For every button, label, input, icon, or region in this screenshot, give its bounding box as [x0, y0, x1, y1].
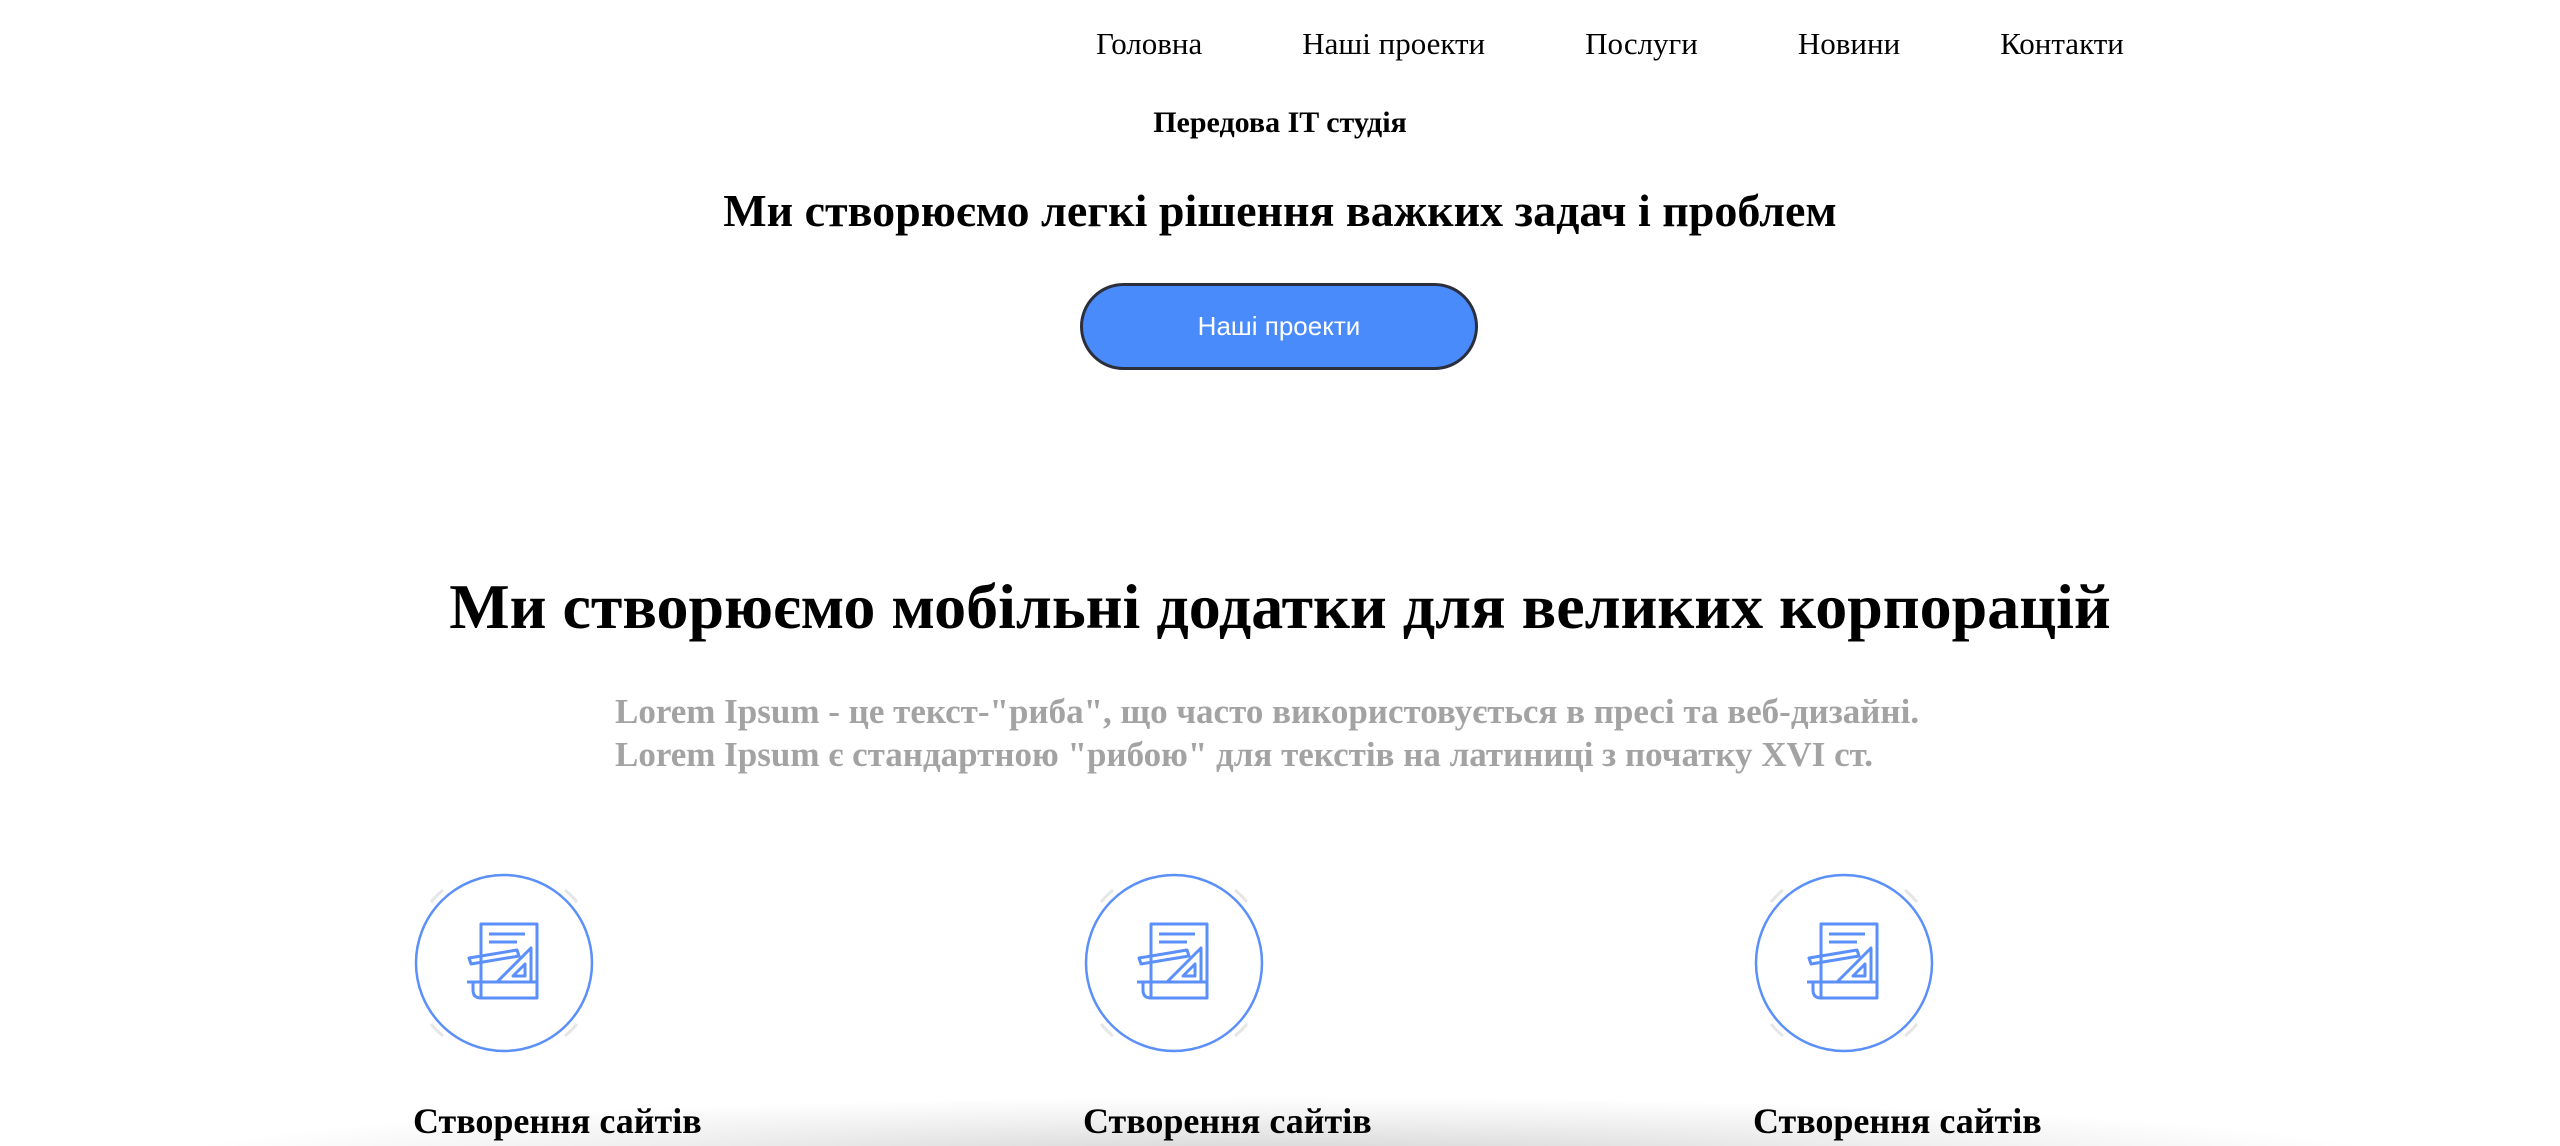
nav-link-news[interactable]: Новини	[1798, 26, 1900, 62]
service-title: Створення сайтів	[413, 1101, 702, 1141]
nav-link-home[interactable]: Головна	[1096, 26, 1202, 62]
service-icon-circle	[413, 872, 595, 1054]
blueprint-document-icon	[1084, 873, 1264, 1053]
nav-link-services[interactable]: Послуги	[1585, 26, 1698, 62]
section-description-line-1: Lorem Ipsum - це текст-"риба", що часто …	[615, 692, 1920, 731]
service-title: Створення сайтів	[1083, 1101, 1372, 1141]
service-card: Створення сайтів	[1753, 872, 2153, 1141]
service-card: Створення сайтів	[1083, 872, 1483, 1141]
blueprint-document-icon	[1754, 873, 1934, 1053]
service-icon-circle	[1753, 872, 1935, 1054]
nav-link-contacts[interactable]: Контакти	[2000, 26, 2124, 62]
section-description: Lorem Ipsum - це текст-"риба", що часто …	[615, 690, 1919, 776]
nav-link-projects[interactable]: Наші проекти	[1302, 26, 1485, 62]
service-title: Створення сайтів	[1753, 1101, 2042, 1141]
blueprint-document-icon	[414, 873, 594, 1053]
service-icon-circle	[1083, 872, 1265, 1054]
service-card: Створення сайтів	[413, 872, 813, 1141]
hero-tagline: Передова IT студія	[1153, 106, 1407, 139]
main-nav: Головна Наші проекти Послуги Новини Конт…	[1096, 26, 2124, 62]
hero-title: Ми створюємо легкі рішення важких задач …	[723, 185, 1837, 236]
page: Головна Наші проекти Послуги Новини Конт…	[0, 0, 2560, 1146]
section-description-line-2: Lorem Ipsum є стандартною "рибою" для те…	[615, 735, 1873, 774]
section-title: Ми створюємо мобільні додатки для велики…	[449, 571, 2111, 642]
our-projects-button[interactable]: Наші проекти	[1080, 283, 1478, 370]
